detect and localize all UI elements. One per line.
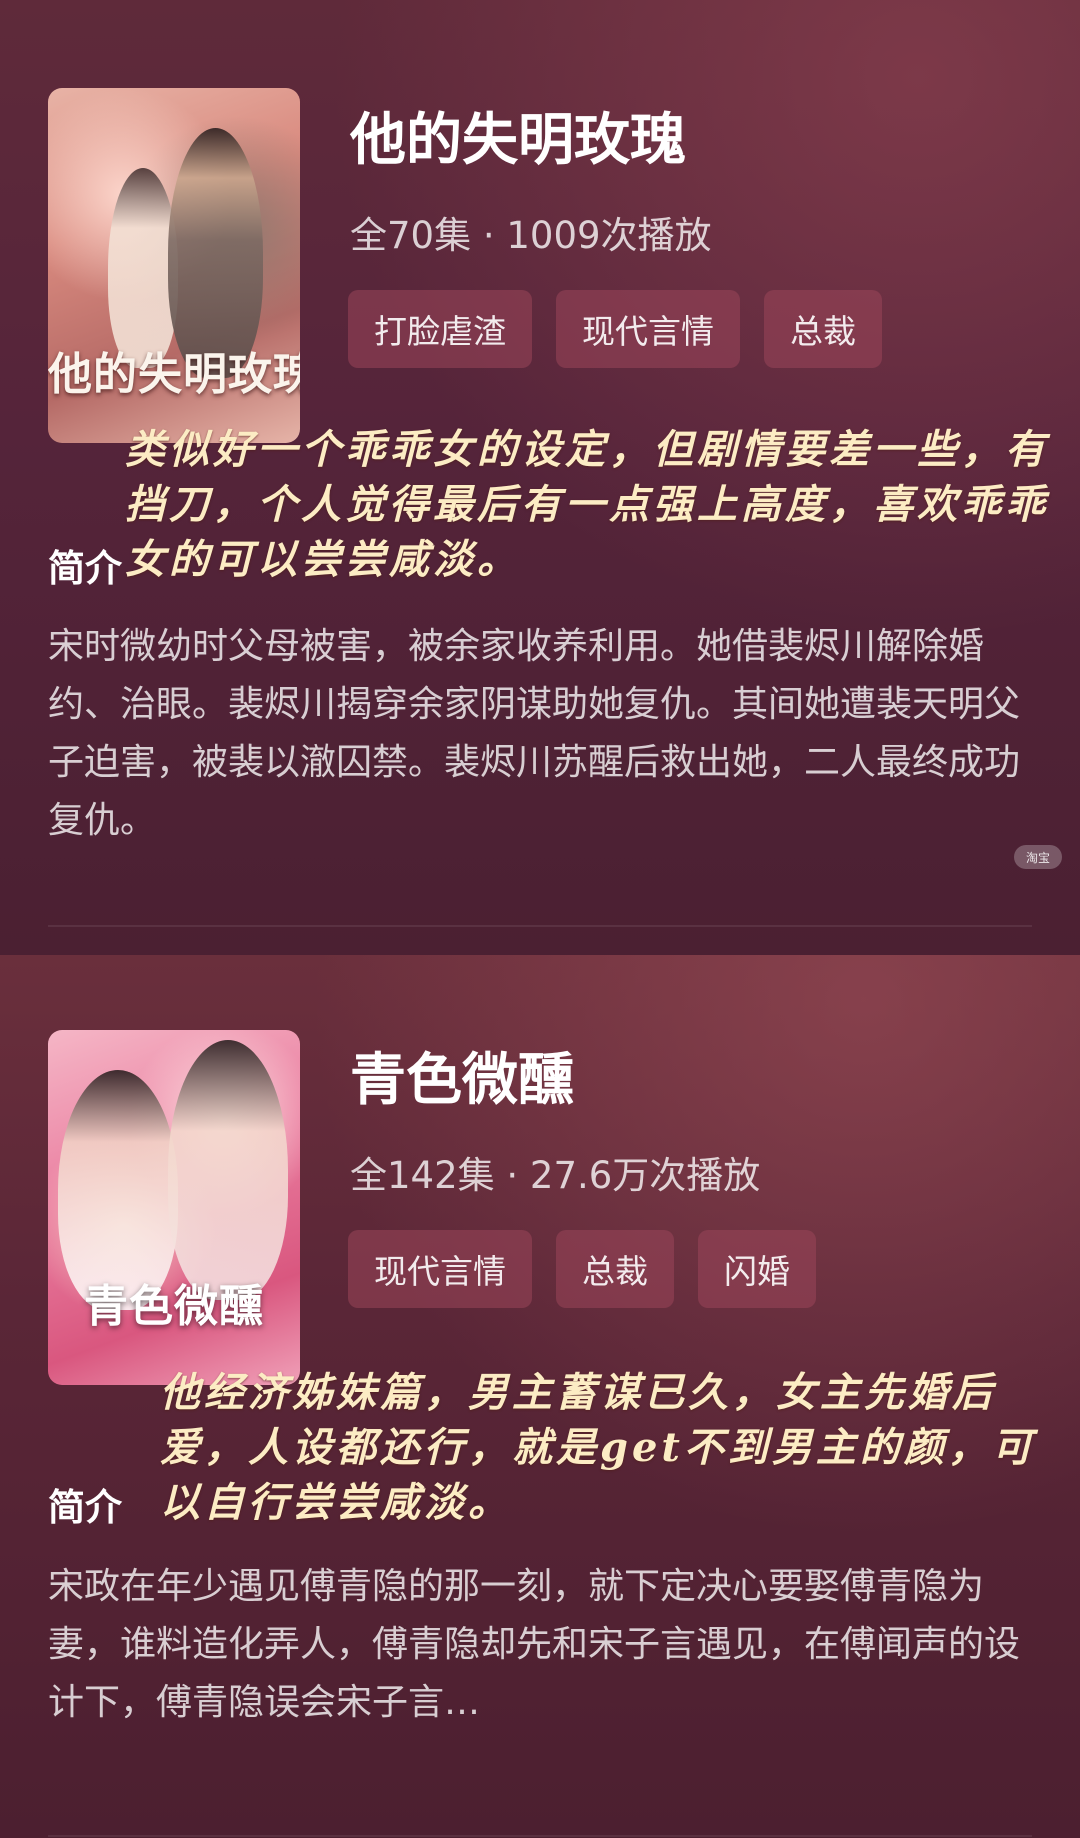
divider <box>48 925 1032 927</box>
drama-meta: 全142集 · 27.6万次播放 <box>350 1154 761 1197</box>
tag-chip[interactable]: 现代言情 <box>348 1230 532 1308</box>
synopsis-text: 宋时微幼时父母被害，被余家收养利用。她借裴烬川解除婚约、治眼。裴烬川揭穿余家阴谋… <box>48 626 1021 841</box>
drama-title[interactable]: 他的失明玫瑰 <box>350 95 686 176</box>
drama-card[interactable]: 青色微醺 青色微醺 全142集 · 27.6万次播放 现代言情 总裁 闪婚 简介… <box>0 955 1080 1838</box>
tag-list: 打脸虐渣 现代言情 总裁 <box>348 290 882 368</box>
drama-poster[interactable]: 他的失明玫瑰 <box>48 88 300 443</box>
tag-chip[interactable]: 总裁 <box>556 1230 674 1308</box>
tag-chip[interactable]: 闪婚 <box>698 1230 816 1308</box>
drama-card[interactable]: 他的失明玫瑰 他的失明玫瑰 全70集 · 1009次播放 打脸虐渣 现代言情 总… <box>0 0 1080 955</box>
tag-chip[interactable]: 总裁 <box>764 290 882 368</box>
synopsis-label: 简介 <box>48 547 122 590</box>
tag-chip[interactable]: 打脸虐渣 <box>348 290 532 368</box>
handwritten-review: 他经济姊妹篇，男主蓄谋已久，女主先婚后爱，人设都还行，就是get不到男主的颜，可… <box>160 1369 1036 1526</box>
tag-list: 现代言情 总裁 闪婚 <box>348 1230 816 1308</box>
poster-figure-female <box>168 1040 288 1300</box>
tag-chip[interactable]: 现代言情 <box>556 290 740 368</box>
drama-poster[interactable]: 青色微醺 <box>48 1030 300 1385</box>
drama-meta: 全70集 · 1009次播放 <box>350 214 712 257</box>
watermark-badge: 淘宝 <box>1014 845 1062 869</box>
poster-title: 他的失明玫瑰 <box>48 349 300 400</box>
poster-title: 青色微醺 <box>84 1281 264 1332</box>
drama-title[interactable]: 青色微醺 <box>350 1035 574 1116</box>
synopsis-text: 宋政在年少遇见傅青隐的那一刻，就下定决心要娶傅青隐为妻，谁料造化弄人，傅青隐却先… <box>48 1566 1021 1723</box>
synopsis-label: 简介 <box>48 1486 122 1529</box>
handwritten-review: 类似好一个乖乖女的设定，但剧情要差一些，有挡刀，个人觉得最后有一点强上高度，喜欢… <box>125 426 1049 583</box>
divider <box>48 1835 1032 1837</box>
